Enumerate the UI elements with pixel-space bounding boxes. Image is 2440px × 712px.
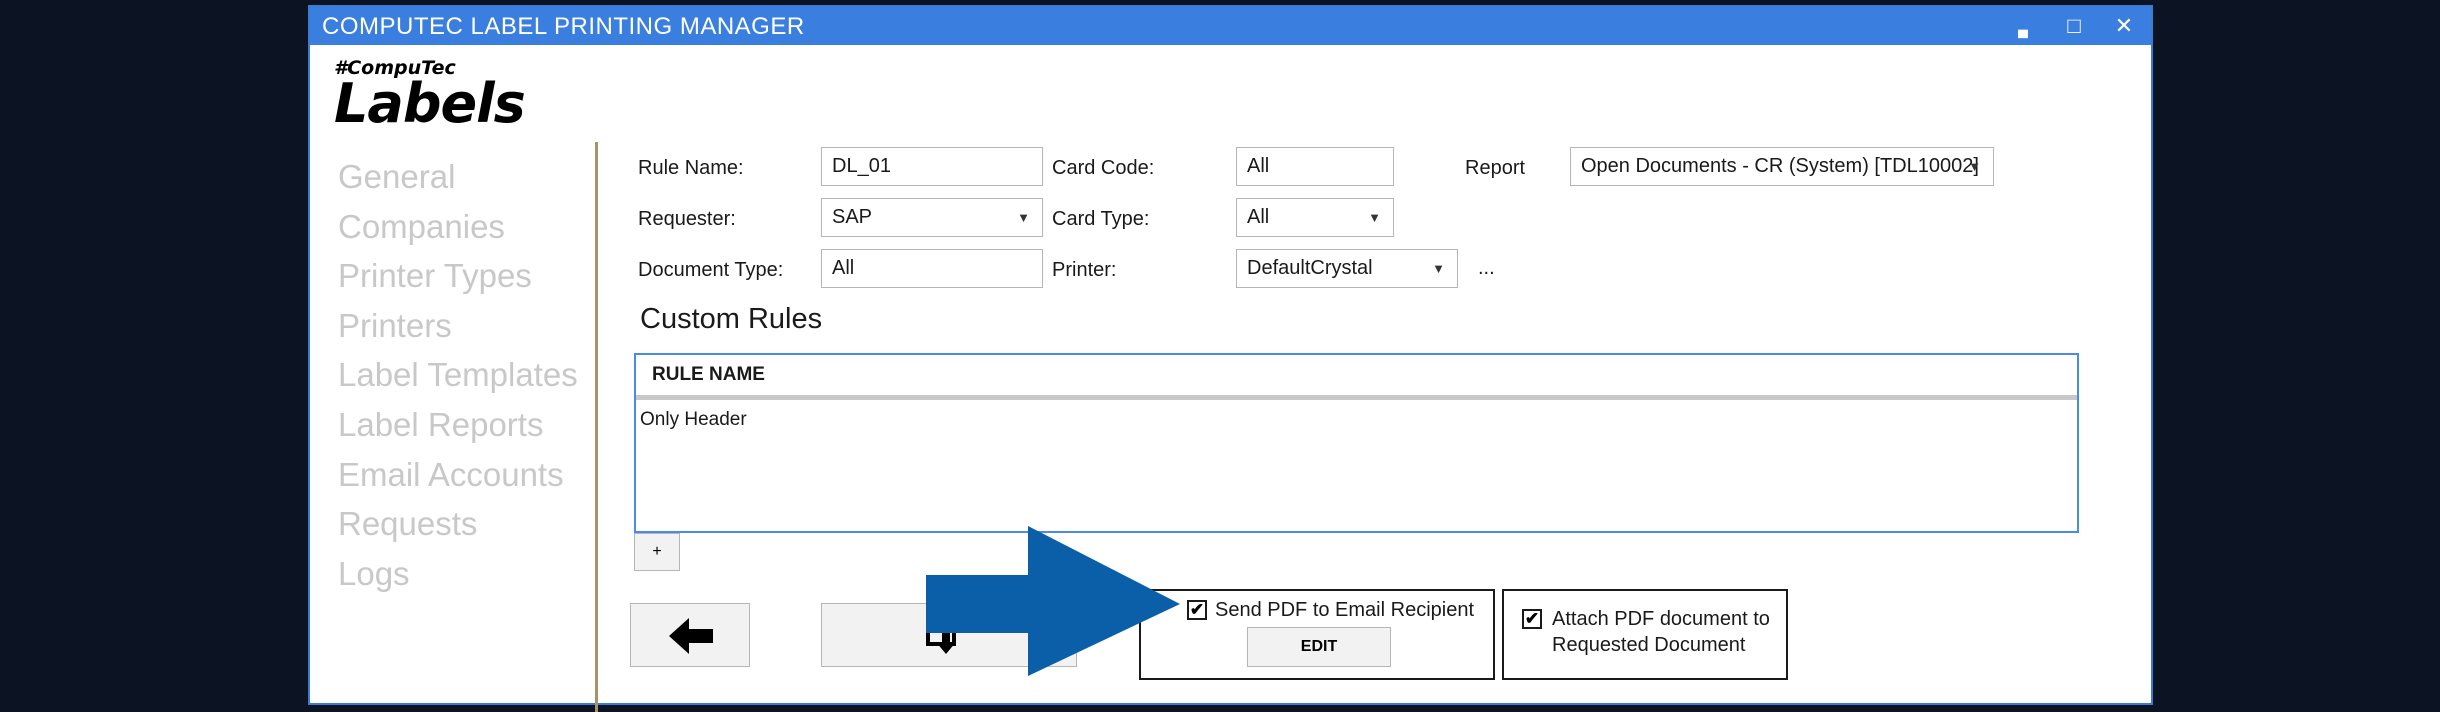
app-logo: #CompuTec Labels <box>334 57 526 135</box>
sidebar-item-label-templates[interactable]: Label Templates <box>338 350 578 400</box>
chevron-down-icon: ▼ <box>1368 210 1381 225</box>
printer-dropdown[interactable]: DefaultCrystal ▼ <box>1236 249 1458 288</box>
chevron-down-icon: ▼ <box>1432 261 1445 276</box>
window-title: COMPUTEC LABEL PRINTING MANAGER <box>322 13 805 40</box>
rule-name-label: Rule Name: <box>638 157 744 179</box>
send-pdf-checkbox[interactable]: ✔ <box>1187 600 1207 620</box>
report-label: Report <box>1465 157 1526 179</box>
send-pdf-group: ✔ Send PDF to Email Recipient EDIT <box>1139 589 1495 680</box>
sidebar-item-email-accounts[interactable]: Email Accounts <box>338 450 578 500</box>
document-type-input[interactable]: All <box>821 249 1043 288</box>
sidebar-item-companies[interactable]: Companies <box>338 202 578 252</box>
report-value: Open Documents - CR (System) [TDL10002] <box>1581 155 1979 177</box>
pointer-arrow-icon <box>926 526 1180 676</box>
sidebar-item-label-reports[interactable]: Label Reports <box>338 400 578 450</box>
column-header-rule-name[interactable]: RULE NAME <box>636 355 2077 400</box>
card-code-input[interactable]: All <box>1236 147 1394 186</box>
attach-pdf-label-line2: Requested Document <box>1552 634 1746 656</box>
attach-pdf-group: ✔ Attach PDF document to Requested Docum… <box>1502 589 1788 680</box>
printer-label: Printer: <box>1052 259 1117 281</box>
document-type-label: Document Type: <box>638 259 784 281</box>
printer-more-button[interactable]: ... <box>1478 257 1495 280</box>
logo-name: Labels <box>334 72 526 135</box>
attach-pdf-label-line1: Attach PDF document to <box>1552 608 1770 630</box>
back-button[interactable] <box>630 603 750 667</box>
minimize-icon[interactable]: ▄ <box>2003 11 2043 41</box>
sidebar-item-requests[interactable]: Requests <box>338 499 578 549</box>
maximize-icon[interactable]: □ <box>2054 11 2094 41</box>
chevron-down-icon: ▼ <box>1968 159 1981 174</box>
printer-value: DefaultCrystal <box>1247 257 1373 279</box>
edit-button[interactable]: EDIT <box>1247 627 1391 667</box>
title-bar[interactable]: COMPUTEC LABEL PRINTING MANAGER ▄ □ ✕ <box>310 7 2151 45</box>
chevron-down-icon: ▼ <box>1017 210 1030 225</box>
sidebar-item-logs[interactable]: Logs <box>338 549 578 599</box>
attach-pdf-checkbox[interactable]: ✔ <box>1522 609 1542 629</box>
arrow-left-icon <box>669 618 713 654</box>
card-type-label: Card Type: <box>1052 208 1150 230</box>
requester-value: SAP <box>832 206 873 228</box>
report-dropdown[interactable]: Open Documents - CR (System) [TDL10002] … <box>1570 147 1994 186</box>
app-window: COMPUTEC LABEL PRINTING MANAGER ▄ □ ✕ #C… <box>308 5 2153 712</box>
sidebar-divider <box>595 142 598 712</box>
requester-dropdown[interactable]: SAP ▼ <box>821 198 1043 237</box>
sidebar-item-printer-types[interactable]: Printer Types <box>338 251 578 301</box>
sidebar-nav: General Companies Printer Types Printers… <box>338 152 578 598</box>
card-type-value: All <box>1247 206 1270 228</box>
add-rule-button[interactable]: + <box>634 533 680 571</box>
requester-label: Requester: <box>638 208 736 230</box>
rule-name-input[interactable]: DL_01 <box>821 147 1043 186</box>
close-icon[interactable]: ✕ <box>2104 11 2144 41</box>
send-pdf-label: Send PDF to Email Recipient <box>1215 599 1475 621</box>
custom-rules-table: RULE NAME Only Header <box>634 353 2079 533</box>
sidebar-item-general[interactable]: General <box>338 152 578 202</box>
custom-rules-title: Custom Rules <box>640 303 823 335</box>
sidebar-item-printers[interactable]: Printers <box>338 301 578 351</box>
card-code-label: Card Code: <box>1052 157 1155 179</box>
table-row[interactable]: Only Header <box>640 409 747 431</box>
card-type-dropdown[interactable]: All ▼ <box>1236 198 1394 237</box>
